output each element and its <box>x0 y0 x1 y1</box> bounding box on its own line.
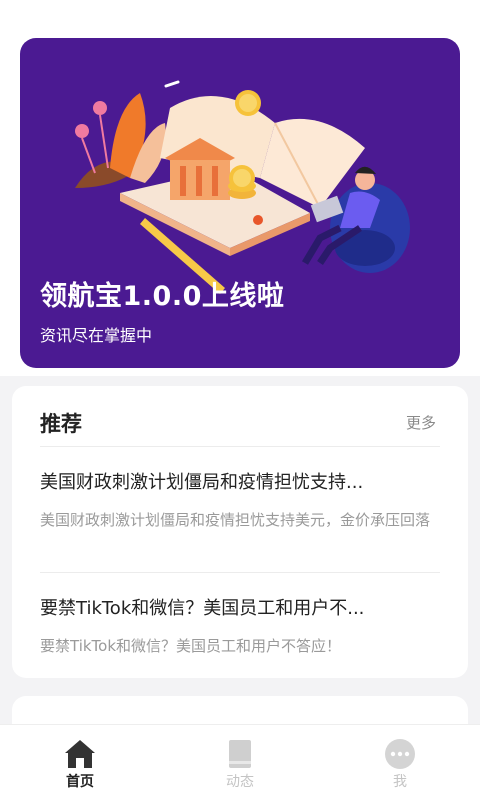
recommend-card: 推荐 更多 美国财政刺激计划僵局和疫情担忧支持... 美国财政刺激计划僵局和疫情… <box>12 386 468 678</box>
divider <box>40 572 440 573</box>
banner-illustration <box>75 80 410 294</box>
book-icon <box>229 740 251 768</box>
bottom-tab-bar: 首页 动态 我 <box>0 724 480 801</box>
tab-label: 我 <box>393 774 407 790</box>
tab-me[interactable]: 我 <box>320 725 480 801</box>
tab-feed[interactable]: 动态 <box>160 725 320 801</box>
divider <box>40 446 440 447</box>
news-item-description: 美国财政刺激计划僵局和疫情担忧支持美元，金价承压回落 <box>40 511 431 529</box>
news-item[interactable]: 要禁TikTok和微信？美国员工和用户不... 要禁TikTok和微信？美国员工… <box>40 594 440 658</box>
banner-title: 领航宝1.0.0上线啦 <box>40 281 285 312</box>
recommend-header: 推荐 更多 <box>40 408 440 438</box>
home-icon <box>65 740 95 768</box>
tab-home[interactable]: 首页 <box>0 725 160 801</box>
more-dots-icon <box>385 739 415 769</box>
news-item-title: 美国财政刺激计划僵局和疫情担忧支持... <box>40 472 364 493</box>
news-item-title: 要禁TikTok和微信？美国员工和用户不... <box>40 598 365 619</box>
banner-card[interactable]: 领航宝1.0.0上线啦 资讯尽在掌握中 <box>20 38 460 368</box>
tab-label: 动态 <box>226 774 254 790</box>
news-item[interactable]: 美国财政刺激计划僵局和疫情担忧支持... 美国财政刺激计划僵局和疫情担忧支持美元… <box>40 468 440 532</box>
banner-section: 领航宝1.0.0上线啦 资讯尽在掌握中 <box>0 0 480 376</box>
recommend-title: 推荐 <box>40 412 82 436</box>
more-link[interactable]: 更多 <box>406 412 436 433</box>
tab-label: 首页 <box>66 774 94 790</box>
banner-subtitle: 资讯尽在掌握中 <box>40 326 153 345</box>
news-item-description: 要禁TikTok和微信？美国员工和用户不答应！ <box>40 637 342 655</box>
